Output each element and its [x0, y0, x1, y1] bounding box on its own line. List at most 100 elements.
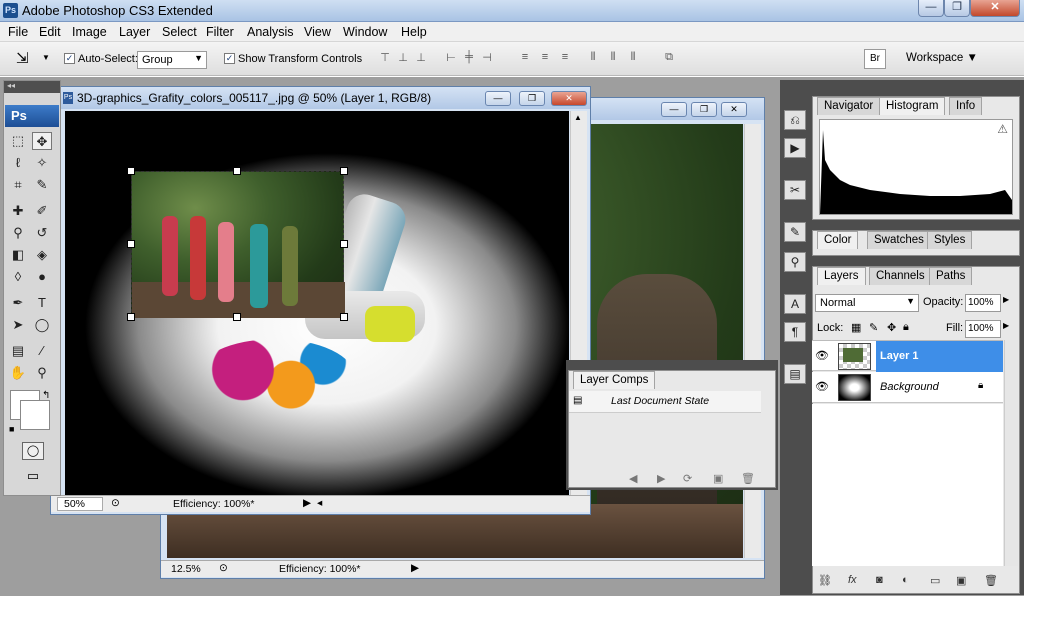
lasso-tool-icon[interactable]: ℓ — [8, 154, 28, 172]
align-bottom-icon[interactable]: ⊥ — [414, 51, 428, 65]
doc-close-button[interactable]: ✕ — [551, 91, 587, 106]
align-hcenter-icon[interactable]: ╪ — [462, 51, 476, 65]
auto-align-layers-icon[interactable]: ⧉ — [662, 51, 676, 65]
menu-analysis[interactable]: Analysis — [247, 25, 294, 39]
previous-comp-icon[interactable]: ◀ — [629, 472, 637, 485]
transform-handle-bl[interactable] — [127, 313, 135, 321]
tab-layers[interactable]: Layers — [817, 267, 866, 285]
tab-swatches[interactable]: Swatches — [867, 231, 931, 249]
link-layers-icon[interactable]: ⛓︎ — [818, 574, 832, 587]
bridge-icon[interactable]: Br — [864, 49, 886, 69]
hand-tool-icon[interactable]: ✋ — [8, 364, 28, 382]
transform-handle-br[interactable] — [340, 313, 348, 321]
clone-source-icon[interactable]: ⚲ — [784, 252, 806, 272]
auto-select-dropdown[interactable]: Group ▼ — [137, 51, 207, 69]
distribute-right-icon[interactable]: ⫴ — [626, 51, 640, 65]
layer-style-fx-icon[interactable]: fx — [848, 574, 857, 586]
transform-handle-tr[interactable] — [340, 167, 348, 175]
maximize-button[interactable]: ❐ — [944, 0, 970, 17]
doc-maximize-button[interactable]: ❐ — [519, 91, 545, 106]
layer-row-layer1[interactable]: 👁︎ Layer 1 — [812, 340, 1003, 372]
zoom-tool-icon[interactable]: ⚲ — [32, 364, 52, 382]
eyedropper2-tool-icon[interactable]: ⁄ — [32, 342, 52, 360]
transform-handle-tl[interactable] — [127, 167, 135, 175]
auto-select-checkbox[interactable]: ✓ — [64, 53, 75, 64]
fill-field[interactable]: 100% — [965, 320, 1001, 338]
new-layer-icon[interactable]: ▣ — [956, 574, 966, 587]
tab-paths[interactable]: Paths — [929, 267, 973, 285]
status-arrow-icon[interactable]: ▶ — [303, 497, 311, 509]
back-status-arrow-icon[interactable]: ▶ — [411, 562, 419, 574]
character-panel-icon[interactable]: A — [784, 294, 806, 314]
distribute-vcenter-icon[interactable]: ≡ — [538, 51, 552, 65]
visibility-eye-icon[interactable]: 👁︎ — [815, 380, 829, 393]
document-window-front[interactable]: Ps 3D-graphics_Grafity_colors_005117_.jp… — [50, 86, 591, 515]
layers-scrollbar[interactable] — [1004, 340, 1018, 566]
quick-mask-icon[interactable]: ◯ — [22, 442, 44, 460]
menu-layer[interactable]: Layer — [119, 25, 150, 39]
eyedropper-tool-icon[interactable]: ✎ — [32, 176, 52, 194]
ellipse-tool-icon[interactable]: ◯ — [32, 316, 52, 334]
layer-comps-icon[interactable]: ▤ — [784, 364, 806, 384]
opacity-arrow-icon[interactable]: ▶ — [1003, 295, 1009, 304]
default-colors-icon[interactable]: ■ — [9, 424, 14, 434]
back-status-menu-icon[interactable]: ⊙ — [219, 562, 228, 574]
scroll-left-icon[interactable]: ◂ — [317, 497, 322, 509]
align-left-icon[interactable]: ⊢ — [444, 51, 458, 65]
screen-mode-icon[interactable]: ▭ — [22, 468, 44, 486]
lock-transparent-icon[interactable]: ▦ — [851, 321, 861, 334]
layer-row-background[interactable]: 👁︎ Background 🔒︎ — [812, 372, 1003, 403]
align-right-icon[interactable]: ⊣ — [480, 51, 494, 65]
tab-histogram[interactable]: Histogram — [879, 97, 946, 115]
move-tool-icon[interactable]: ✥ — [32, 132, 52, 150]
layer-name-background[interactable]: Background — [880, 381, 939, 393]
image-canvas[interactable] — [65, 111, 569, 495]
move-tool-preset-icon[interactable]: ⇲ — [16, 49, 29, 67]
menu-view[interactable]: View — [304, 25, 331, 39]
brush-tool-icon[interactable]: ✐ — [32, 202, 52, 220]
marquee-tool-icon[interactable]: ⬚ — [8, 132, 28, 150]
layer1-photo[interactable] — [131, 171, 345, 318]
distribute-top-icon[interactable]: ≡ — [518, 51, 532, 65]
distribute-left-icon[interactable]: ⫴ — [586, 51, 600, 65]
tab-layer-comps[interactable]: Layer Comps — [573, 371, 656, 389]
menu-select[interactable]: Select — [162, 25, 197, 39]
show-transform-checkbox[interactable]: ✓ — [224, 53, 235, 64]
transform-handle-t[interactable] — [233, 167, 241, 175]
transform-handle-r[interactable] — [340, 240, 348, 248]
delete-layer-icon[interactable]: 🗑︎ — [984, 574, 998, 587]
distribute-bottom-icon[interactable]: ≡ — [558, 51, 572, 65]
history-panel-icon[interactable]: ⎌ — [784, 110, 806, 130]
menu-filter[interactable]: Filter — [206, 25, 234, 39]
close-button[interactable]: ✕ — [970, 0, 1020, 17]
new-group-icon[interactable]: ▭ — [930, 574, 940, 587]
pen-tool-icon[interactable]: ✒ — [8, 294, 28, 312]
lock-image-icon[interactable]: ✎ — [869, 321, 878, 334]
layer-name-layer1[interactable]: Layer 1 — [880, 350, 919, 362]
tab-styles[interactable]: Styles — [927, 231, 973, 249]
type-tool-icon[interactable]: T — [32, 294, 52, 312]
actions-panel-icon[interactable]: ▶ — [784, 138, 806, 158]
tab-channels[interactable]: Channels — [869, 267, 932, 285]
delete-comp-icon[interactable]: 🗑︎ — [741, 472, 755, 485]
tab-info[interactable]: Info — [949, 97, 983, 115]
update-comp-icon[interactable]: ⟳ — [683, 472, 692, 485]
menu-edit[interactable]: Edit — [39, 25, 61, 39]
zoom-field[interactable]: 50% — [57, 497, 103, 511]
blur-tool-icon[interactable]: ◊ — [8, 268, 28, 286]
crop-tool-icon[interactable]: ⌗ — [8, 176, 28, 194]
doc-back-minimize-button[interactable]: — — [661, 102, 687, 117]
brushes-panel-icon[interactable]: ✎ — [784, 222, 806, 242]
healing-brush-tool-icon[interactable]: ✚ — [8, 202, 28, 220]
history-brush-tool-icon[interactable]: ↺ — [32, 224, 52, 242]
tool-presets-icon[interactable]: ✂ — [784, 180, 806, 200]
menu-file[interactable]: File — [8, 25, 28, 39]
doc-back-close-button[interactable]: ✕ — [721, 102, 747, 117]
new-comp-icon[interactable]: ▣ — [713, 472, 723, 485]
align-vcenter-icon[interactable]: ⊥ — [396, 51, 410, 65]
visibility-eye-icon[interactable]: 👁︎ — [815, 349, 829, 362]
workspace-button[interactable]: Workspace ▼ — [906, 52, 978, 64]
transform-handle-l[interactable] — [127, 240, 135, 248]
add-mask-icon[interactable]: ◙ — [876, 574, 883, 586]
next-comp-icon[interactable]: ▶ — [657, 472, 665, 485]
